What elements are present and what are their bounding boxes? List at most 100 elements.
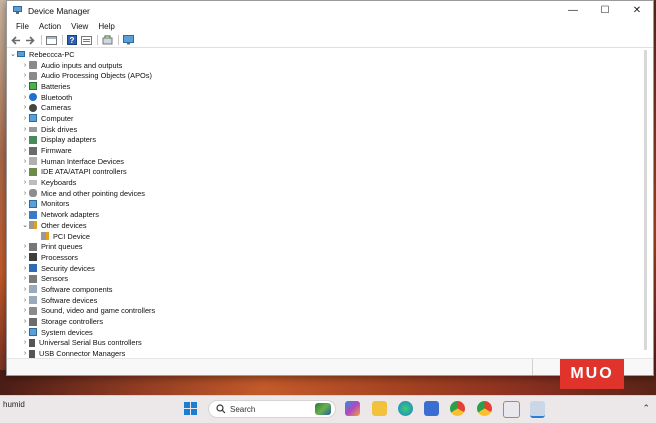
chevron-right-icon[interactable]: › (21, 156, 29, 166)
chevron-right-icon[interactable]: › (21, 210, 29, 220)
tree-category[interactable]: › Bluetooth (7, 92, 522, 103)
chevron-right-icon[interactable]: › (21, 252, 29, 262)
start-button[interactable] (184, 402, 198, 416)
network-icon (29, 210, 37, 219)
tree-category[interactable]: › Storage controllers (7, 316, 522, 327)
usb-icon (29, 349, 35, 358)
close-button[interactable]: ✕ (621, 1, 653, 20)
chevron-right-icon[interactable]: › (21, 146, 29, 156)
maximize-button[interactable]: ☐ (589, 1, 621, 20)
tree-category[interactable]: › Software devices (7, 295, 522, 306)
chevron-right-icon[interactable]: › (21, 295, 29, 305)
chevron-right-icon[interactable]: › (21, 338, 29, 348)
chevron-right-icon[interactable]: › (21, 327, 29, 337)
tree-category[interactable]: › Network adapters (7, 209, 522, 220)
chevron-right-icon[interactable]: › (21, 242, 29, 252)
chevron-right-icon[interactable]: › (21, 167, 29, 177)
show-hide-tree-button[interactable] (45, 35, 57, 46)
chevron-right-icon[interactable]: › (21, 113, 29, 123)
tree-category[interactable]: › Processors (7, 252, 522, 263)
tree-category[interactable]: › Audio Processing Objects (APOs) (7, 70, 522, 81)
tree-root[interactable]: ⌄ Rebeccca-PC (7, 49, 522, 60)
tree-category[interactable]: › Firmware (7, 145, 522, 156)
tree-category[interactable]: › Monitors (7, 199, 522, 210)
properties-button[interactable] (80, 35, 92, 46)
forward-button[interactable] (24, 35, 36, 46)
svg-text:?: ? (70, 36, 75, 45)
speaker-icon (29, 61, 37, 70)
chevron-right-icon[interactable]: › (21, 188, 29, 198)
back-button[interactable] (10, 35, 22, 46)
tree-category[interactable]: › Computer (7, 113, 522, 124)
tree-category[interactable]: › Security devices (7, 263, 522, 274)
file-explorer-icon[interactable] (372, 401, 387, 416)
category-label: Other devices (41, 220, 87, 230)
chevron-down-icon[interactable]: ⌄ (9, 49, 17, 59)
tree-category[interactable]: › Cameras (7, 102, 522, 113)
weather-widget[interactable]: humid (3, 400, 25, 409)
tree-category[interactable]: › Sensors (7, 273, 522, 284)
tree-category[interactable]: › Universal Serial Bus controllers (7, 338, 522, 349)
chevron-right-icon[interactable]: › (21, 284, 29, 294)
monitor-icon (29, 199, 37, 208)
copilot-icon[interactable] (345, 401, 360, 416)
chevron-right-icon[interactable]: › (21, 199, 29, 209)
tree-category[interactable]: › Keyboards (7, 177, 522, 188)
device-manager-taskbar-icon[interactable] (530, 401, 545, 418)
device-tree: ⌄ Rebeccca-PC › Audio inputs and outputs ›… (7, 49, 522, 359)
title-bar[interactable]: Device Manager — ☐ ✕ (7, 1, 653, 20)
tree-category[interactable]: › Human Interface Devices (7, 156, 522, 167)
chevron-right-icon[interactable]: › (21, 60, 29, 70)
chevron-right-icon[interactable]: › (21, 178, 29, 188)
vertical-scrollbar[interactable] (644, 50, 647, 350)
keyboard-icon (29, 180, 37, 186)
edge-icon[interactable] (398, 401, 413, 416)
chevron-right-icon[interactable]: › (21, 263, 29, 273)
chrome-profile-icon[interactable] (477, 401, 492, 416)
tree-category[interactable]: › Audio inputs and outputs (7, 60, 522, 71)
chevron-down-icon[interactable]: ⌄ (21, 220, 29, 230)
tree-category[interactable]: › System devices (7, 327, 522, 338)
tree-category[interactable]: › Display adapters (7, 135, 522, 146)
update-driver-button[interactable] (101, 35, 113, 46)
chevron-right-icon[interactable]: › (21, 92, 29, 102)
chevron-right-icon[interactable]: › (21, 306, 29, 316)
menu-file[interactable]: File (11, 22, 34, 31)
monitor-icon (29, 114, 37, 123)
component-icon (29, 296, 37, 305)
tree-category[interactable]: › Mice and other pointing devices (7, 188, 522, 199)
search-label: Search (230, 404, 256, 414)
chevron-right-icon[interactable]: › (21, 274, 29, 284)
category-label: Network adapters (41, 210, 99, 220)
snipping-tool-icon[interactable] (503, 401, 520, 418)
chevron-up-icon[interactable]: ⌃ (642, 403, 650, 414)
tree-category[interactable]: › Disk drives (7, 124, 522, 135)
tree-category[interactable]: › Sound, video and game controllers (7, 306, 522, 317)
computer-icon (17, 51, 25, 58)
menu-action[interactable]: Action (34, 22, 66, 31)
menu-help[interactable]: Help (93, 22, 119, 31)
scan-hardware-button[interactable] (122, 35, 134, 46)
chrome-icon[interactable] (450, 401, 465, 416)
menu-view[interactable]: View (66, 22, 93, 31)
search-highlight-icon (315, 403, 331, 415)
tree-category[interactable]: › IDE ATA/ATAPI controllers (7, 167, 522, 178)
chevron-right-icon[interactable]: › (21, 71, 29, 81)
store-icon[interactable] (424, 401, 439, 416)
chevron-right-icon[interactable]: › (21, 124, 29, 134)
help-button[interactable]: ? (66, 35, 78, 46)
chevron-right-icon[interactable]: › (21, 135, 29, 145)
category-label: Processors (41, 252, 78, 262)
taskbar-search[interactable]: Search (208, 400, 336, 418)
minimize-button[interactable]: — (557, 1, 589, 20)
category-label: Disk drives (41, 124, 78, 134)
chevron-right-icon[interactable]: › (21, 317, 29, 327)
tree-category[interactable]: › Print queues (7, 241, 522, 252)
chevron-right-icon[interactable]: › (21, 81, 29, 91)
tree-category[interactable]: › Batteries (7, 81, 522, 92)
category-label: Universal Serial Bus controllers (39, 338, 142, 348)
tree-device[interactable]: PCI Device (7, 231, 522, 242)
tree-category[interactable]: › Software components (7, 284, 522, 295)
tree-category[interactable]: ⌄ Other devices (7, 220, 522, 231)
chevron-right-icon[interactable]: › (21, 103, 29, 113)
